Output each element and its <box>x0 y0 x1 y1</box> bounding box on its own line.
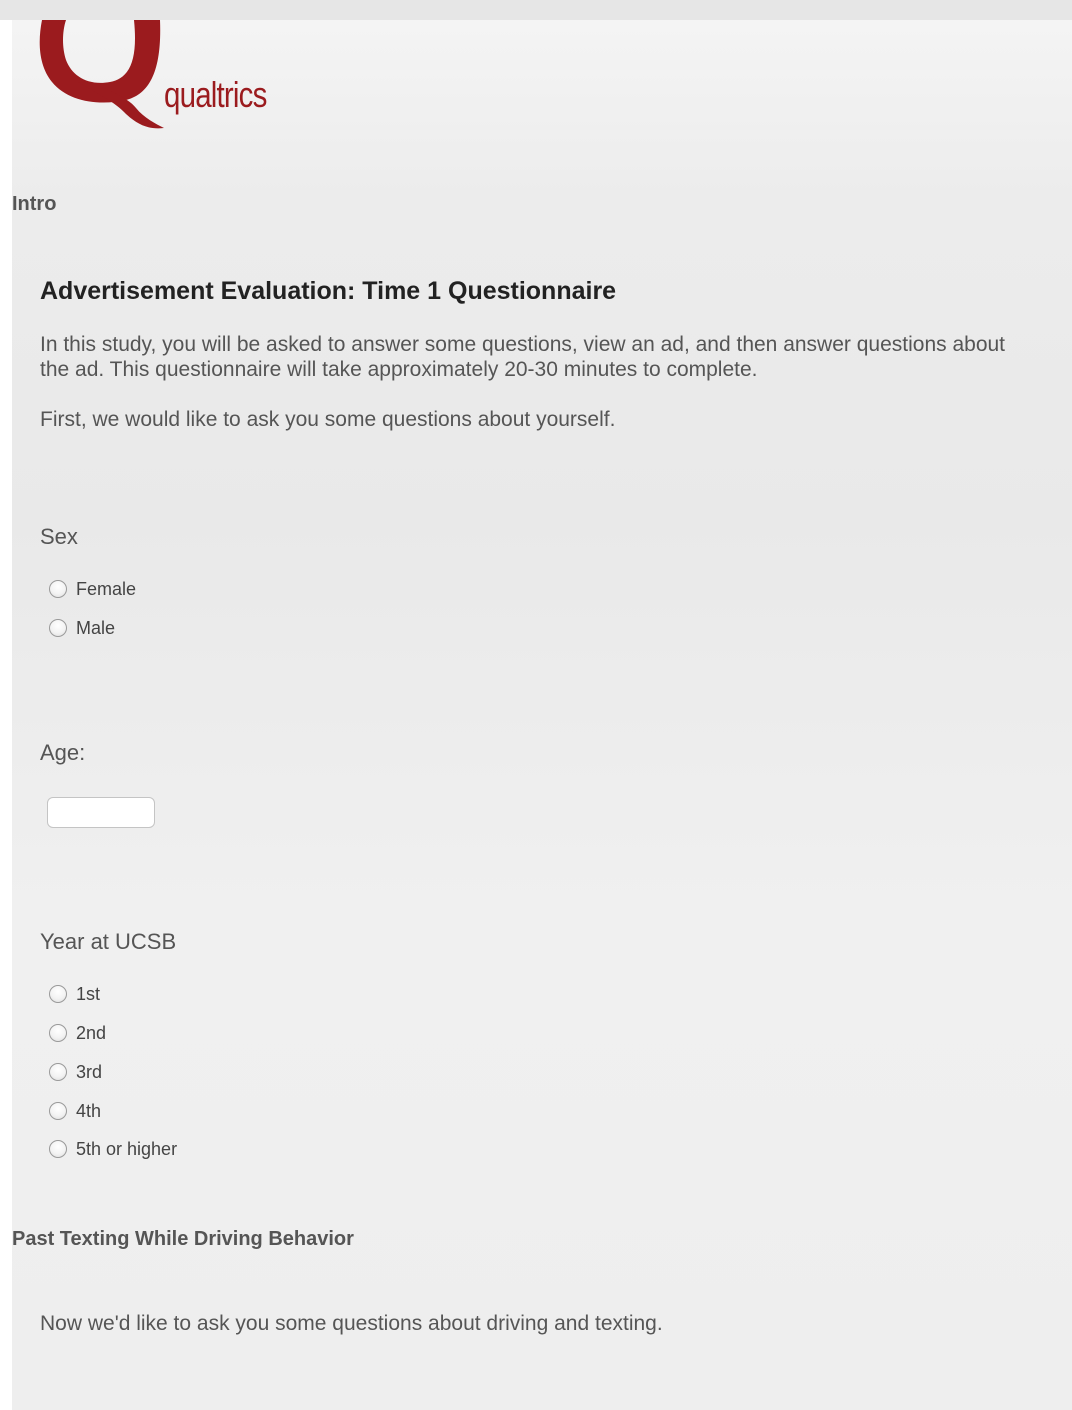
survey-heading: Advertisement Evaluation: Time 1 Questio… <box>40 277 617 305</box>
choice-year-1st[interactable]: 1st <box>49 982 100 1006</box>
radio-button[interactable] <box>49 1102 67 1120</box>
qualtrics-logo: qualtrics <box>38 20 298 135</box>
choice-year-4th[interactable]: 4th <box>49 1099 101 1123</box>
survey-background <box>12 20 1072 1410</box>
intro-paragraph: In this study, you will be asked to answ… <box>40 333 1006 381</box>
brand-wordmark: qualtrics <box>164 74 267 115</box>
top-strip <box>0 0 1072 20</box>
question-sex-label: Sex <box>40 524 78 549</box>
choice-label: Male <box>76 617 116 638</box>
radio-button[interactable] <box>49 1024 67 1042</box>
block-title-past-texting: Past Texting While Driving Behavior <box>12 1228 354 1250</box>
choice-label: 4th <box>76 1100 102 1121</box>
radio-button[interactable] <box>49 1140 67 1158</box>
choice-label: 3rd <box>76 1061 103 1082</box>
choice-year-2nd[interactable]: 2nd <box>49 1021 106 1045</box>
radio-button[interactable] <box>49 580 67 598</box>
intro-prompt: First, we would like to ask you some que… <box>40 408 616 431</box>
choice-label: 2nd <box>76 1022 107 1043</box>
choice-year-5th-or-higher[interactable]: 5th or higher <box>49 1137 177 1161</box>
choice-sex-male[interactable]: Male <box>49 616 115 640</box>
choice-sex-female[interactable]: Female <box>49 577 136 601</box>
radio-button[interactable] <box>49 619 67 637</box>
block-title-intro: Intro <box>12 193 57 215</box>
question-year-label: Year at UCSB <box>40 929 177 954</box>
radio-button[interactable] <box>49 1063 67 1081</box>
texting-intro-paragraph: Now we'd like to ask you some questions … <box>40 1312 663 1335</box>
radio-button[interactable] <box>49 985 67 1003</box>
choice-label: 5th or higher <box>76 1138 178 1159</box>
age-input[interactable] <box>47 797 155 828</box>
question-age-label: Age: <box>40 740 86 765</box>
choice-label: 1st <box>76 983 101 1004</box>
choice-year-3rd[interactable]: 3rd <box>49 1060 102 1084</box>
choice-label: Female <box>76 578 137 599</box>
